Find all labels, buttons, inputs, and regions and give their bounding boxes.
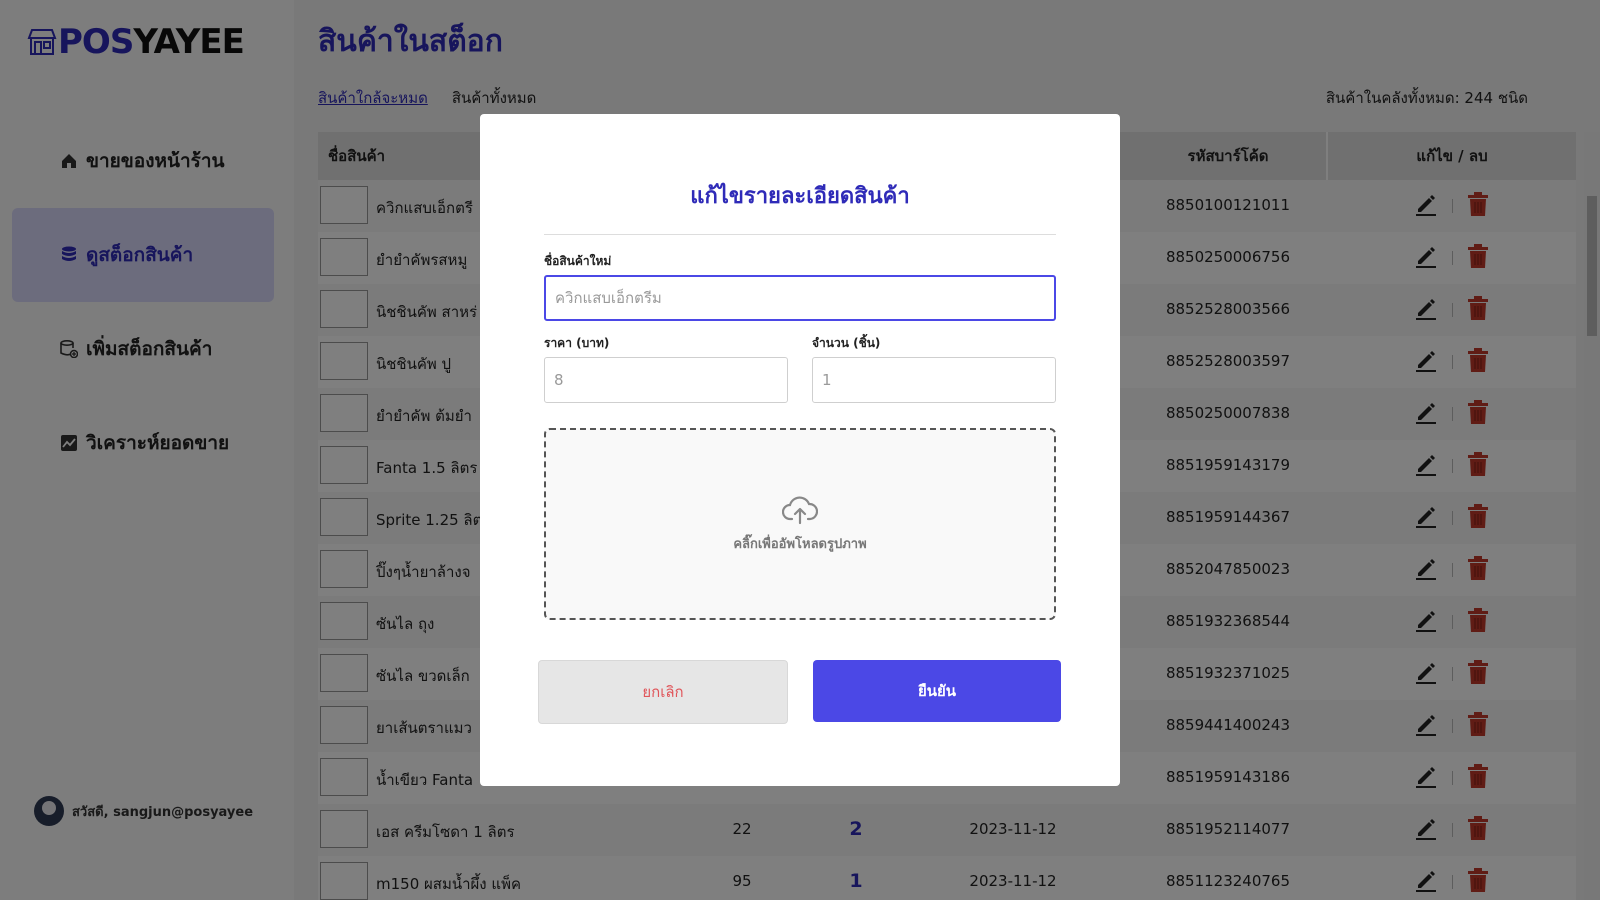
edit-product-modal: แก้ไขรายละเอียดสินค้า ชื่อสินค้าใหม่ ราค… — [480, 114, 1120, 786]
modal-title: แก้ไขรายละเอียดสินค้า — [690, 184, 910, 209]
divider — [544, 234, 1056, 235]
upload-text: คลิ๊กเพื่ออัพโหลดรูปภาพ — [733, 536, 867, 552]
cancel-button[interactable]: ยกเลิก — [538, 660, 788, 724]
price-input[interactable] — [544, 357, 788, 403]
product-name-input[interactable] — [544, 275, 1056, 321]
product-name-label: ชื่อสินค้าใหม่ — [544, 254, 612, 268]
image-upload-area[interactable]: คลิ๊กเพื่ออัพโหลดรูปภาพ — [544, 428, 1056, 620]
quantity-input[interactable] — [812, 357, 1056, 403]
price-label: ราคา (บาท) — [544, 336, 610, 350]
quantity-label: จำนวน (ชิ้น) — [812, 336, 881, 350]
confirm-button[interactable]: ยืนยัน — [813, 660, 1061, 722]
cloud-upload-icon — [782, 495, 818, 524]
